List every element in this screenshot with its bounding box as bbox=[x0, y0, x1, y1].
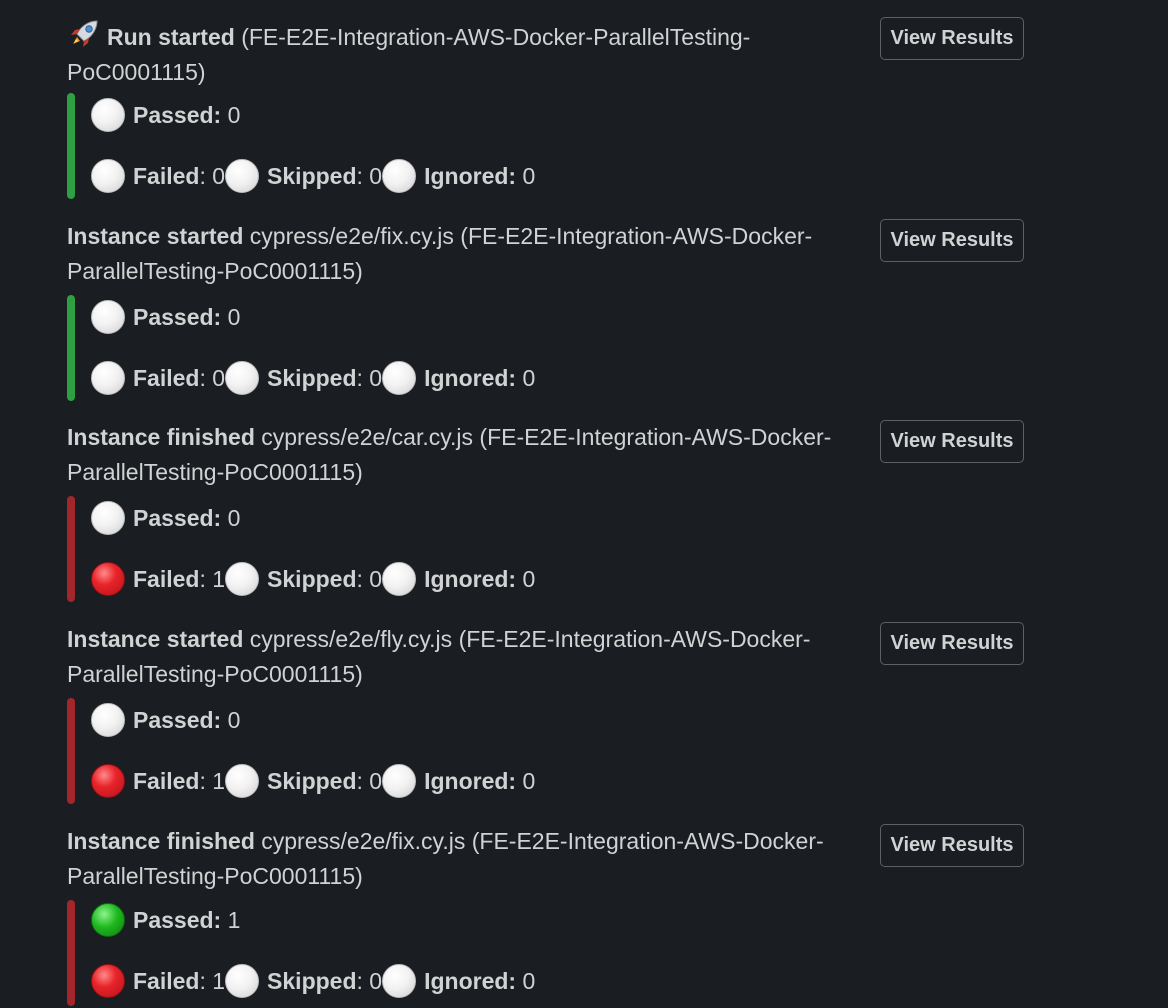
ignored-label: Ignored: bbox=[424, 365, 517, 391]
skipped-count: : 0 bbox=[356, 768, 383, 794]
white-circle-icon bbox=[91, 360, 125, 395]
ignored-count: 0 bbox=[522, 365, 536, 391]
spec-path: cypress/e2e/fly.cy.js bbox=[249, 626, 453, 652]
spec-path: cypress/e2e/car.cy.js bbox=[261, 424, 474, 450]
skipped-label: Skipped bbox=[267, 163, 357, 189]
white-circle-icon bbox=[382, 963, 417, 998]
spec-path: cypress/e2e/fix.cy.js bbox=[261, 828, 466, 854]
message-title: Instance started cypress/e2e/fix.cy.js (… bbox=[67, 219, 857, 289]
message-title: Instance finished cypress/e2e/car.cy.js … bbox=[67, 420, 857, 490]
failed-count: : 1 bbox=[199, 768, 226, 794]
skipped-label: Skipped bbox=[267, 768, 357, 794]
status-bar-red bbox=[67, 496, 75, 602]
passed-label: Passed: bbox=[133, 304, 222, 330]
passed-row: Passed: 0 bbox=[91, 701, 240, 739]
status-bar-red bbox=[67, 900, 75, 1006]
ignored-label: Ignored: bbox=[424, 968, 517, 994]
spec-path: cypress/e2e/fix.cy.js bbox=[249, 223, 454, 249]
view-results-button[interactable]: View Results bbox=[880, 17, 1024, 60]
failed-label: Failed bbox=[133, 163, 200, 189]
counts-row: Failed: 0 Skipped: 0 Ignored: 0 bbox=[91, 359, 535, 397]
skipped-label: Skipped bbox=[267, 566, 357, 592]
failed-label: Failed bbox=[133, 566, 200, 592]
white-circle-icon bbox=[225, 360, 260, 395]
passed-row: Passed: 0 bbox=[91, 499, 240, 537]
ignored-label: Ignored: bbox=[424, 566, 517, 592]
white-circle-icon bbox=[382, 561, 417, 596]
ignored-label: Ignored: bbox=[424, 768, 517, 794]
ignored-label: Ignored: bbox=[424, 163, 517, 189]
event-label: Instance finished bbox=[67, 424, 255, 450]
failed-count: : 1 bbox=[199, 968, 226, 994]
status-bar-green bbox=[67, 295, 75, 401]
failed-count: : 1 bbox=[199, 566, 226, 592]
skipped-count: : 0 bbox=[356, 365, 383, 391]
event-label: Instance started bbox=[67, 626, 244, 652]
passed-label: Passed: bbox=[133, 102, 222, 128]
view-results-button[interactable]: View Results bbox=[880, 219, 1024, 262]
red-circle-icon bbox=[91, 763, 125, 798]
message-title: Run started (FE-E2E-Integration-AWS-Dock… bbox=[67, 17, 857, 90]
passed-label: Passed: bbox=[133, 707, 222, 733]
event-label: Instance finished bbox=[67, 828, 255, 854]
white-circle-icon bbox=[225, 561, 260, 596]
status-bar-red bbox=[67, 698, 75, 804]
ignored-count: 0 bbox=[522, 968, 536, 994]
counts-row: Failed: 1 Skipped: 0 Ignored: 0 bbox=[91, 762, 535, 800]
skipped-count: : 0 bbox=[356, 968, 383, 994]
counts-row: Failed: 0 Skipped: 0 Ignored: 0 bbox=[91, 157, 535, 195]
passed-row: Passed: 0 bbox=[91, 298, 240, 336]
skipped-label: Skipped bbox=[267, 968, 357, 994]
ignored-count: 0 bbox=[522, 566, 536, 592]
passed-label: Passed: bbox=[133, 505, 222, 531]
counts-row: Failed: 1 Skipped: 0 Ignored: 0 bbox=[91, 962, 535, 1000]
white-circle-icon bbox=[91, 97, 125, 132]
skipped-count: : 0 bbox=[356, 566, 383, 592]
failed-label: Failed bbox=[133, 365, 200, 391]
message-title: Instance started cypress/e2e/fly.cy.js (… bbox=[67, 622, 857, 692]
passed-count: 0 bbox=[227, 102, 241, 128]
passed-row: Passed: 1 bbox=[91, 901, 240, 939]
white-circle-icon bbox=[225, 158, 260, 193]
passed-count: 0 bbox=[227, 505, 241, 531]
failed-count: : 0 bbox=[199, 365, 226, 391]
skipped-count: : 0 bbox=[356, 163, 383, 189]
white-circle-icon bbox=[382, 360, 417, 395]
red-circle-icon bbox=[91, 561, 125, 596]
white-circle-icon bbox=[382, 763, 417, 798]
counts-row: Failed: 1 Skipped: 0 Ignored: 0 bbox=[91, 560, 535, 598]
white-circle-icon bbox=[382, 158, 417, 193]
white-circle-icon bbox=[91, 158, 125, 193]
event-label: Instance started bbox=[67, 223, 244, 249]
white-circle-icon bbox=[91, 500, 125, 535]
passed-label: Passed: bbox=[133, 907, 222, 933]
ignored-count: 0 bbox=[522, 163, 536, 189]
passed-count: 0 bbox=[227, 707, 241, 733]
passed-count: 0 bbox=[227, 304, 241, 330]
view-results-button[interactable]: View Results bbox=[880, 420, 1024, 463]
passed-count: 1 bbox=[227, 907, 241, 933]
event-label: Run started bbox=[107, 24, 235, 50]
failed-label: Failed bbox=[133, 968, 200, 994]
status-bar-green bbox=[67, 93, 75, 199]
ignored-count: 0 bbox=[522, 768, 536, 794]
view-results-button[interactable]: View Results bbox=[880, 622, 1024, 665]
red-circle-icon bbox=[91, 963, 125, 998]
view-results-button[interactable]: View Results bbox=[880, 824, 1024, 867]
white-circle-icon bbox=[91, 702, 125, 737]
green-circle-icon bbox=[91, 902, 125, 937]
failed-label: Failed bbox=[133, 768, 200, 794]
message-title: Instance finished cypress/e2e/fix.cy.js … bbox=[67, 824, 857, 894]
failed-count: : 0 bbox=[199, 163, 226, 189]
passed-row: Passed: 0 bbox=[91, 96, 240, 134]
white-circle-icon bbox=[225, 963, 260, 998]
white-circle-icon bbox=[225, 763, 260, 798]
skipped-label: Skipped bbox=[267, 365, 357, 391]
rocket-icon bbox=[71, 20, 98, 47]
white-circle-icon bbox=[91, 299, 125, 334]
